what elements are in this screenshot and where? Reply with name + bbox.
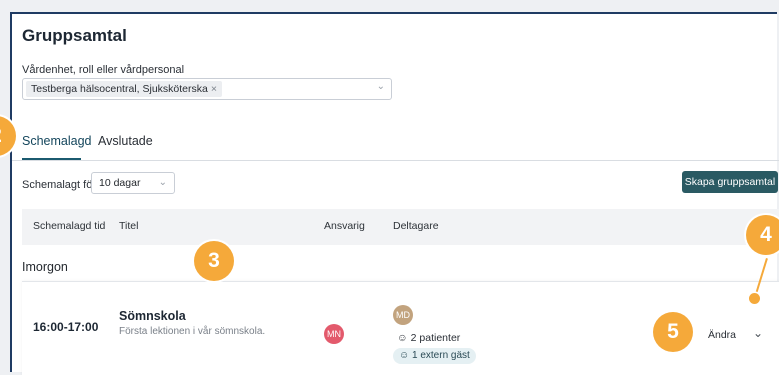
tab-schemalagd[interactable]: Schemalagd [22, 134, 92, 148]
create-group-call-button[interactable]: Skapa gruppsamtal [682, 171, 778, 193]
filter-chip[interactable]: Testberga hälsocentral, Sjuksköterska × [26, 81, 222, 97]
header-title[interactable]: Titel [119, 220, 138, 232]
participant-avatar: MD [393, 305, 413, 325]
tab-avslutade[interactable]: Avslutade [98, 134, 153, 148]
person-icon: ☺ [397, 332, 408, 344]
edit-link[interactable]: Ändra [708, 329, 736, 341]
annotation-pointer-dot [749, 293, 760, 304]
group-label: Imorgon [22, 260, 68, 274]
chevron-down-icon[interactable]: ⌄ [377, 81, 385, 92]
table-header: Schemalagd tid Titel Ansvarig Deltagare [22, 209, 779, 245]
tab-bar: Schemalagd Avslutade [12, 130, 779, 161]
patients-label: 2 patienter [410, 332, 461, 344]
scheduled-for-value: 10 dagar [99, 177, 141, 189]
annotation-badge-5: 5 [653, 312, 693, 352]
filter-chip-label: Testberga hälsocentral, Sjuksköterska [31, 83, 208, 95]
expand-chevron-icon[interactable]: ⌄ [753, 326, 763, 340]
responsible-avatar: MN [324, 324, 344, 344]
patients-count: ☺ 2 patienter [397, 332, 460, 344]
filter-select[interactable]: Testberga hälsocentral, Sjuksköterska × ⌄ [22, 78, 392, 100]
header-responsible[interactable]: Ansvarig [324, 220, 365, 232]
chevron-down-icon: ⌄ [158, 177, 167, 188]
app-frame: Gruppsamtal Vårdenhet, roll eller vårdpe… [0, 0, 779, 375]
page-title: Gruppsamtal [22, 26, 127, 45]
filter-label: Vårdenhet, roll eller vårdpersonal [22, 64, 185, 76]
header-scheduled-time[interactable]: Schemalagd tid [33, 220, 105, 232]
annotation-badge-4: 4 [746, 215, 779, 255]
chip-remove-icon[interactable]: × [211, 83, 217, 95]
annotation-badge-3: 3 [194, 241, 234, 281]
guest-icon: ☺ [399, 350, 410, 361]
row-time: 16:00-17:00 [33, 320, 99, 334]
row-subtitle: Första lektionen i vår sömnskola. [119, 326, 266, 337]
active-tab-indicator [22, 158, 81, 160]
external-guest-label: 1 extern gäst [412, 350, 470, 361]
scheduled-for-dropdown[interactable]: 10 dagar ⌄ [91, 172, 175, 194]
row-title: Sömnskola [119, 309, 186, 323]
header-participants[interactable]: Deltagare [393, 220, 439, 232]
scheduled-for-label: Schemalagt för: [22, 179, 100, 191]
external-guest-badge: ☺ 1 extern gäst [393, 348, 476, 364]
